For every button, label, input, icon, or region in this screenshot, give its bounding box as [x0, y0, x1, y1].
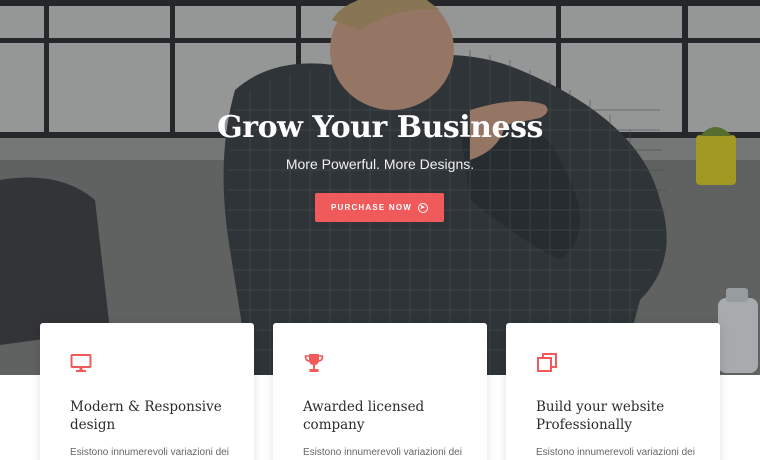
feature-title: Modern & Responsive design — [70, 398, 240, 434]
arrow-right-circle-icon: ➤ — [418, 202, 429, 213]
feature-card-awarded: Awarded licensed company Esistono innume… — [273, 323, 487, 460]
feature-title-line: Awarded licensed — [303, 399, 425, 415]
hero-overlay — [0, 0, 760, 375]
feature-title-line: Professionally — [536, 417, 632, 433]
purchase-now-label: PURCHASE NOW — [330, 203, 413, 212]
feature-title-line: company — [303, 417, 365, 433]
feature-card-build: Build your website Professionally Esisto… — [506, 323, 720, 460]
trophy-icon — [304, 354, 324, 372]
feature-title: Awarded licensed company — [303, 398, 473, 434]
purchase-now-button[interactable]: PURCHASE NOW ➤ — [315, 193, 444, 222]
copy-icon — [537, 353, 557, 372]
feature-text: Esistono innumerevoli variazioni dei — [70, 447, 229, 458]
feature-text: Esistono innumerevoli variazioni dei — [303, 447, 462, 458]
monitor-icon — [70, 354, 92, 372]
hero-title: Grow Your Business — [217, 110, 543, 145]
feature-card-responsive: Modern & Responsive design Esistono innu… — [40, 323, 254, 460]
feature-title-line: Build your website — [536, 399, 665, 415]
feature-title-line: design — [70, 417, 116, 433]
feature-title-line: Modern & Responsive — [70, 399, 222, 415]
feature-text: Esistono innumerevoli variazioni dei — [536, 447, 695, 458]
hero-subtitle: More Powerful. More Designs. — [285, 156, 475, 172]
hero-section: Grow Your Business More Powerful. More D… — [0, 0, 760, 375]
feature-title: Build your website Professionally — [536, 398, 706, 434]
